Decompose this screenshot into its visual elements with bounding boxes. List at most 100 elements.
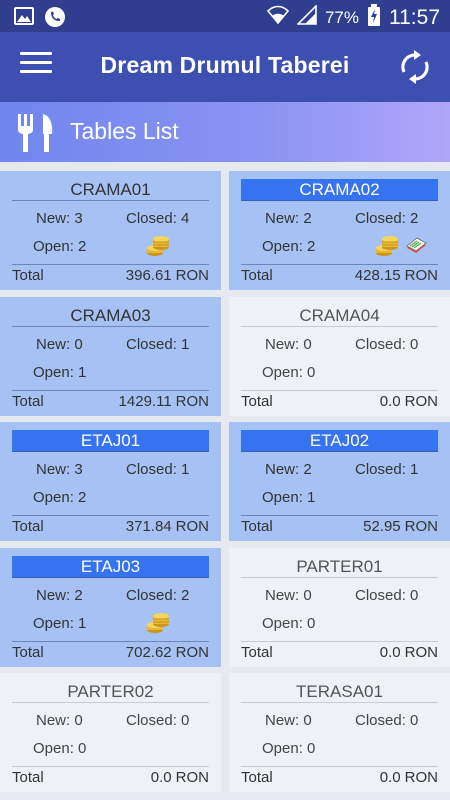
total-amount: 52.95 RON: [363, 518, 438, 535]
total-amount: 0.0 RON: [151, 769, 209, 786]
table-name: PARTER02: [12, 681, 209, 703]
table-card[interactable]: TERASA01 New: 0 Closed: 0 Open: 0 Total …: [229, 673, 450, 792]
open-count: Open: 2: [262, 238, 316, 255]
table-card[interactable]: CRAMA04 New: 0 Closed: 0 Open: 0 Total 0…: [229, 297, 450, 416]
open-count: Open: 0: [262, 364, 316, 381]
new-count: New: 3: [36, 461, 83, 478]
currency: RON: [404, 769, 438, 786]
table-name: CRAMA03: [12, 305, 209, 327]
total-label: Total: [12, 644, 44, 661]
new-count: New: 3: [36, 210, 83, 227]
card-divider: [241, 264, 438, 265]
coins-icon: [147, 236, 169, 256]
currency: RON: [175, 267, 209, 284]
currency: RON: [175, 518, 209, 535]
currency: RON: [404, 267, 438, 284]
total-amount: 0.0 RON: [380, 644, 438, 661]
new-count: New: 2: [36, 587, 83, 604]
new-count: New: 0: [265, 336, 312, 353]
card-divider: [241, 641, 438, 642]
total-value: 371.84: [125, 518, 172, 535]
refresh-icon: [401, 50, 429, 84]
total-label: Total: [12, 769, 44, 786]
table-card[interactable]: PARTER02 New: 0 Closed: 0 Open: 0 Total …: [0, 673, 221, 792]
table-name: CRAMA01: [12, 179, 209, 201]
open-count: Open: 0: [262, 615, 316, 632]
card-divider: [241, 766, 438, 767]
open-count: Open: 0: [33, 740, 87, 757]
new-count: New: 0: [265, 587, 312, 604]
open-count: Open: 1: [33, 615, 87, 632]
total-amount: 0.0 RON: [380, 769, 438, 786]
card-divider: [12, 515, 209, 516]
refresh-button[interactable]: [398, 50, 432, 84]
status-bar: 77% 11:57: [0, 0, 450, 32]
card-divider: [12, 264, 209, 265]
card-divider: [241, 515, 438, 516]
total-label: Total: [12, 518, 44, 535]
receipt-icon: [406, 237, 427, 253]
table-card[interactable]: PARTER01 New: 0 Closed: 0 Open: 0 Total …: [229, 548, 450, 667]
open-count: Open: 2: [33, 238, 87, 255]
total-label: Total: [12, 267, 44, 284]
table-name: CRAMA04: [241, 305, 438, 327]
closed-count: Closed: 0: [355, 336, 419, 353]
table-card[interactable]: ETAJ01 New: 3 Closed: 1 Open: 2 Total 37…: [0, 422, 221, 541]
card-divider: [241, 390, 438, 391]
battery-charging-icon: [367, 4, 381, 31]
table-card[interactable]: CRAMA02 New: 2 Closed: 2 Open: 2 Total 4…: [229, 171, 450, 290]
total-amount: 396.61 RON: [126, 267, 209, 284]
card-divider: [12, 766, 209, 767]
currency: RON: [404, 518, 438, 535]
total-value: 52.95: [363, 518, 401, 535]
page-title: Tables List: [70, 118, 179, 144]
table-name: ETAJ03: [12, 556, 209, 578]
total-value: 1429.11: [118, 393, 172, 410]
wifi-icon: [266, 5, 290, 30]
new-count: New: 2: [265, 210, 312, 227]
new-count: New: 0: [265, 712, 312, 729]
new-count: New: 0: [36, 336, 83, 353]
total-value: 0.0: [379, 769, 401, 786]
currency: RON: [175, 769, 209, 786]
table-card[interactable]: ETAJ03 New: 2 Closed: 2 Open: 1 Total 70…: [0, 548, 221, 667]
total-label: Total: [241, 393, 273, 410]
clock: 11:57: [389, 5, 440, 29]
signal-icon: [296, 4, 317, 30]
app-bar: Dream Drumul Taberei: [0, 32, 450, 102]
total-amount: 428.15 RON: [355, 267, 438, 284]
tables-grid: CRAMA01 New: 3 Closed: 4 Open: 2 Total 3…: [0, 162, 450, 800]
closed-count: Closed: 1: [126, 336, 190, 353]
table-name: PARTER01: [241, 556, 438, 578]
table-name: CRAMA02: [241, 179, 438, 201]
battery-percent: 77%: [324, 7, 359, 27]
total-value: 0.0: [150, 769, 172, 786]
gallery-notification-icon: [14, 6, 34, 33]
table-card[interactable]: CRAMA03 New: 0 Closed: 1 Open: 1 Total 1…: [0, 297, 221, 416]
open-count: Open: 1: [33, 364, 87, 381]
closed-count: Closed: 1: [355, 461, 419, 478]
total-value: 396.61: [125, 267, 172, 284]
new-count: New: 0: [36, 712, 83, 729]
total-amount: 371.84 RON: [126, 518, 209, 535]
card-divider: [12, 390, 209, 391]
total-amount: 0.0 RON: [380, 393, 438, 410]
currency: RON: [175, 644, 209, 661]
table-name: ETAJ02: [241, 430, 438, 452]
closed-count: Closed: 0: [126, 712, 190, 729]
closed-count: Closed: 2: [355, 210, 419, 227]
total-label: Total: [241, 644, 273, 661]
total-label: Total: [241, 267, 273, 284]
total-label: Total: [12, 393, 44, 410]
phone-notification-icon: [44, 6, 66, 33]
closed-count: Closed: 2: [126, 587, 190, 604]
table-card[interactable]: ETAJ02 New: 2 Closed: 1 Open: 1 Total 52…: [229, 422, 450, 541]
sub-header: Tables List: [0, 102, 450, 162]
table-card[interactable]: CRAMA01 New: 3 Closed: 4 Open: 2 Total 3…: [0, 171, 221, 290]
coins-icon: [376, 236, 398, 256]
app-title: Dream Drumul Taberei: [100, 52, 350, 78]
total-value: 0.0: [379, 393, 401, 410]
coins-icon: [147, 613, 169, 633]
open-count: Open: 1: [262, 489, 316, 506]
total-label: Total: [241, 518, 273, 535]
